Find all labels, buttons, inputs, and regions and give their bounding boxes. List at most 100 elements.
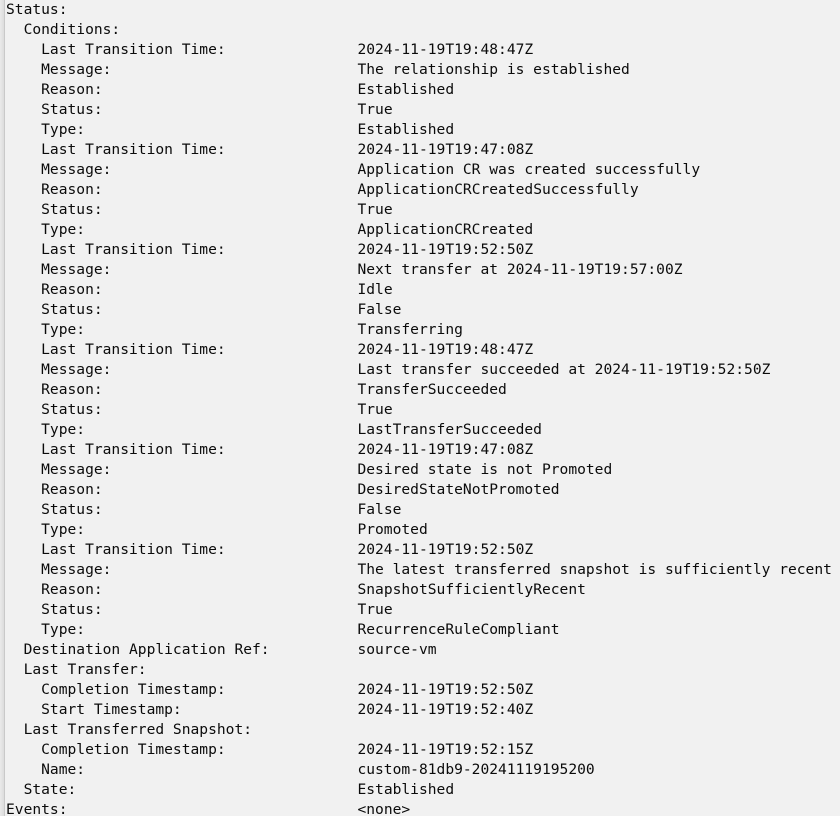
output-key: Start Timestamp: xyxy=(6,701,182,718)
terminal-output-view[interactable]: Status: Conditions: Last Transition Time… xyxy=(0,0,840,816)
output-line: Type: ApplicationCRCreated xyxy=(6,220,840,240)
output-line: Reason: ApplicationCRCreatedSuccessfully xyxy=(6,180,840,200)
output-key: Type: xyxy=(6,221,86,238)
output-value: ApplicationCRCreatedSuccessfully xyxy=(357,181,639,198)
output-key: Reason: xyxy=(6,581,103,598)
output-padding xyxy=(182,701,358,718)
output-key: Reason: xyxy=(6,281,103,298)
output-line: Last Transition Time: 2024-11-19T19:48:4… xyxy=(6,40,840,60)
output-padding xyxy=(103,381,358,398)
output-value: SnapshotSufficientlyRecent xyxy=(357,581,586,598)
output-value: Desired state is not Promoted xyxy=(357,461,613,478)
output-line: Status: False xyxy=(6,300,840,320)
output-line: Reason: DesiredStateNotPromoted xyxy=(6,480,840,500)
output-line: Status: True xyxy=(6,400,840,420)
output-value: TransferSucceeded xyxy=(357,381,507,398)
output-padding xyxy=(226,241,358,258)
output-value: LastTransferSucceeded xyxy=(357,421,542,438)
output-line: Status: True xyxy=(6,200,840,220)
output-key: Message: xyxy=(6,61,112,78)
output-value: Established xyxy=(357,781,455,798)
output-key: Status: xyxy=(6,301,103,318)
output-line: Name: custom-81db9-20241119195200 xyxy=(6,760,840,780)
output-key: Name: xyxy=(6,761,86,778)
output-value: custom-81db9-20241119195200 xyxy=(357,761,595,778)
output-key: Type: xyxy=(6,321,86,338)
output-value: 2024-11-19T19:52:50Z xyxy=(357,541,534,558)
output-value: <none> xyxy=(357,801,411,816)
output-line: Message: Application CR was created succ… xyxy=(6,160,840,180)
output-line: Message: Desired state is not Promoted xyxy=(6,460,840,480)
output-line: Reason: TransferSucceeded xyxy=(6,380,840,400)
output-value: 2024-11-19T19:47:08Z xyxy=(357,141,534,158)
output-line: Message: The latest transferred snapshot… xyxy=(6,560,840,580)
output-padding xyxy=(85,321,357,338)
output-value: Established xyxy=(357,81,455,98)
output-padding xyxy=(226,441,358,458)
output-value: Promoted xyxy=(357,521,428,538)
output-key: Type: xyxy=(6,621,86,638)
output-key: Message: xyxy=(6,461,112,478)
output-padding xyxy=(85,421,357,438)
output-padding xyxy=(226,741,358,758)
output-line: Reason: Established xyxy=(6,80,840,100)
output-padding xyxy=(226,341,358,358)
output-line: Status: xyxy=(6,0,840,20)
output-padding xyxy=(85,761,357,778)
output-padding xyxy=(111,161,357,178)
output-padding xyxy=(103,581,358,598)
output-value: source-vm xyxy=(357,641,437,658)
output-key: Status: xyxy=(6,601,103,618)
output-line: Status: True xyxy=(6,600,840,620)
output-padding xyxy=(103,201,358,218)
output-padding xyxy=(226,541,358,558)
output-value: 2024-11-19T19:48:47Z xyxy=(357,41,534,58)
output-padding xyxy=(103,401,358,418)
output-line: Last Transition Time: 2024-11-19T19:52:5… xyxy=(6,240,840,260)
output-padding xyxy=(68,801,358,816)
output-padding xyxy=(111,461,357,478)
output-padding xyxy=(103,301,358,318)
output-line: Events: <none> xyxy=(6,800,840,816)
output-key: Last Transition Time: xyxy=(6,141,226,158)
output-value: Transferring xyxy=(357,321,463,338)
output-padding xyxy=(103,481,358,498)
output-key: Last Transferred Snapshot: xyxy=(6,721,253,738)
output-key: Reason: xyxy=(6,481,103,498)
output-value: 2024-11-19T19:48:47Z xyxy=(357,341,534,358)
output-value: False xyxy=(357,501,402,518)
output-key: Status: xyxy=(6,401,103,418)
output-key: Reason: xyxy=(6,181,103,198)
output-line: Type: Established xyxy=(6,120,840,140)
output-line: Conditions: xyxy=(6,20,840,40)
output-value: 2024-11-19T19:47:08Z xyxy=(357,441,534,458)
output-key: Status: xyxy=(6,201,103,218)
output-padding xyxy=(76,781,357,798)
output-padding xyxy=(103,281,358,298)
output-line: Last Transition Time: 2024-11-19T19:52:5… xyxy=(6,540,840,560)
output-line: Last Transition Time: 2024-11-19T19:47:0… xyxy=(6,440,840,460)
output-value: Established xyxy=(357,121,455,138)
output-padding xyxy=(226,41,358,58)
output-value: True xyxy=(357,201,393,218)
output-value: False xyxy=(357,301,402,318)
output-line: Last Transfer: xyxy=(6,660,840,680)
output-key: Events: xyxy=(6,801,68,816)
output-padding xyxy=(103,601,358,618)
output-value: Next transfer at 2024-11-19T19:57:00Z xyxy=(357,261,683,278)
output-key: Completion Timestamp: xyxy=(6,681,226,698)
output-line: Type: Transferring xyxy=(6,320,840,340)
output-line: Message: Next transfer at 2024-11-19T19:… xyxy=(6,260,840,280)
output-padding xyxy=(226,141,358,158)
scrollbar-thumb[interactable] xyxy=(0,0,4,816)
output-padding xyxy=(111,561,357,578)
output-value: True xyxy=(357,401,393,418)
output-padding xyxy=(111,361,357,378)
output-key: State: xyxy=(6,781,77,798)
output-key: Last Transfer: xyxy=(6,661,147,678)
output-line: Last Transition Time: 2024-11-19T19:47:0… xyxy=(6,140,840,160)
output-key: Message: xyxy=(6,261,112,278)
output-key: Last Transition Time: xyxy=(6,541,226,558)
output-line: Status: True xyxy=(6,100,840,120)
terminal-text-area[interactable]: Status: Conditions: Last Transition Time… xyxy=(6,0,840,816)
